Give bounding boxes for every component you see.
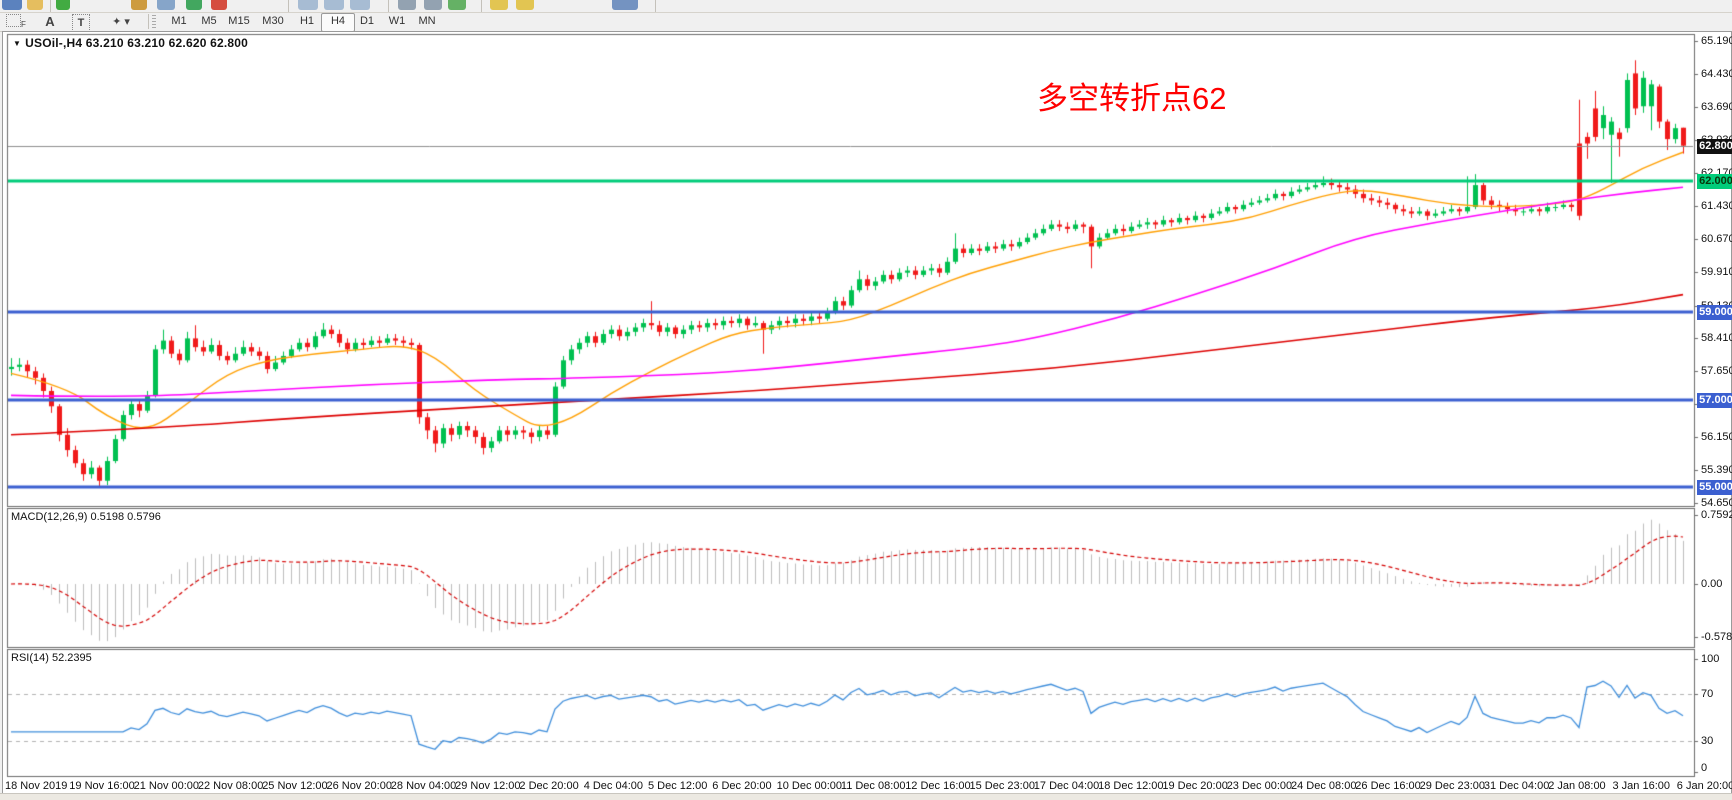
line-chart-icon[interactable] — [448, 0, 466, 10]
time-axis-label: 22 Nov 08:00 — [198, 780, 263, 792]
timeframe-button-m5[interactable]: M5 — [193, 13, 225, 30]
blue-level-tag: 59.000 — [1697, 305, 1732, 320]
price-axis-label: 56.150 — [1701, 431, 1732, 443]
price-axis-label: 57.650 — [1701, 365, 1732, 377]
time-axis-label: 29 Nov 12:00 — [455, 780, 520, 792]
timeframe-button-w1[interactable]: W1 — [381, 13, 413, 30]
time-axis-label: 19 Dec 20:00 — [1162, 780, 1227, 792]
price-axis-label: 64.430 — [1701, 68, 1732, 80]
chart-text-annotation[interactable]: 多空转折点62 — [1037, 83, 1226, 114]
time-axis-label: 23 Dec 00:00 — [1227, 780, 1292, 792]
time-axis-label: 21 Nov 00:00 — [134, 780, 199, 792]
time-axis-label: 6 Jan 20:00 — [1677, 780, 1732, 792]
time-axis-label: 12 Dec 16:00 — [905, 780, 970, 792]
time-axis-label: 2 Dec 20:00 — [519, 780, 578, 792]
chart-canvas[interactable] — [3, 32, 1731, 796]
time-axis-label: 26 Nov 20:00 — [327, 780, 392, 792]
zoom-in-icon[interactable] — [490, 0, 508, 10]
layout-vertical-icon[interactable] — [350, 0, 370, 10]
crosshair-grid-icon[interactable]: F — [4, 14, 28, 30]
time-axis-label: 6 Dec 20:00 — [712, 780, 771, 792]
time-axis-label: 19 Nov 16:00 — [69, 780, 134, 792]
separator — [388, 0, 389, 12]
time-axis-label: 11 Dec 08:00 — [841, 780, 906, 792]
price-axis-label: 60.670 — [1701, 233, 1732, 245]
indicators-icon[interactable] — [612, 0, 638, 10]
window-menu-arrow-icon[interactable]: ▼ — [13, 39, 21, 48]
timeframe-button-h4[interactable]: H4 — [321, 13, 355, 32]
time-axis-label: 17 Dec 04:00 — [1034, 780, 1099, 792]
rsi-indicator-label: RSI(14) 52.2395 — [11, 652, 92, 664]
zoom-out-icon[interactable] — [516, 0, 534, 10]
separator — [481, 0, 482, 12]
timeframe-button-m30[interactable]: M30 — [257, 13, 289, 30]
price-axis-label: 63.690 — [1701, 101, 1732, 113]
toolbar-drag-handle[interactable] — [152, 15, 156, 28]
price-axis-label: 58.410 — [1701, 332, 1732, 344]
rsi-axis-label: 100 — [1701, 653, 1719, 665]
macd-indicator-label: MACD(12,26,9) 0.5198 0.5796 — [11, 511, 161, 523]
autotrading-icon[interactable] — [131, 0, 147, 10]
separator — [288, 0, 289, 12]
time-axis-label: 3 Jan 16:00 — [1613, 780, 1671, 792]
timeframe-button-mn[interactable]: MN — [411, 13, 443, 30]
chevron-down-icon: ▾ — [124, 16, 130, 28]
cursor-tool-icon[interactable]: ✦ ▾ — [104, 14, 138, 30]
rsi-axis-label: 0 — [1701, 762, 1707, 774]
price-axis-label: 54.650 — [1701, 497, 1732, 509]
time-axis-label: 25 Nov 12:00 — [262, 780, 327, 792]
rsi-axis-label: 30 — [1701, 735, 1713, 747]
time-axis-label: 2 Jan 08:00 — [1548, 780, 1606, 792]
price-axis-label: 55.390 — [1701, 464, 1732, 476]
separator — [148, 14, 149, 29]
time-axis-label: 5 Dec 12:00 — [648, 780, 707, 792]
price-axis-label: 65.190 — [1701, 35, 1732, 47]
start-icon[interactable] — [186, 0, 202, 10]
timeframe-button-h1[interactable]: H1 — [291, 13, 323, 30]
time-axis-label: 31 Dec 04:00 — [1484, 780, 1549, 792]
time-axis-label: 24 Dec 08:00 — [1291, 780, 1356, 792]
symbol-quote-line[interactable]: ▼USOil-,H4 63.210 63.210 62.620 62.800 — [13, 36, 248, 50]
price-axis-label: 59.910 — [1701, 266, 1732, 278]
time-axis-label: 10 Dec 00:00 — [777, 780, 842, 792]
new-chart-plus-icon[interactable] — [56, 0, 70, 10]
price-axis-label: 61.430 — [1701, 200, 1732, 212]
rsi-axis-label: 70 — [1701, 688, 1713, 700]
timeframe-button-m15[interactable]: M15 — [223, 13, 255, 30]
chart-window-icon[interactable] — [2, 0, 22, 10]
bar-chart-icon[interactable] — [398, 0, 416, 10]
time-axis-label: 15 Dec 23:00 — [970, 780, 1035, 792]
layout-cascade-icon[interactable] — [298, 0, 318, 10]
green-level-tag: 62.000 — [1697, 174, 1732, 189]
timeframe-button-m1[interactable]: M1 — [163, 13, 195, 30]
macd-axis-label: -0.5785 — [1701, 631, 1732, 643]
blue-level-tag: 55.000 — [1697, 480, 1732, 495]
text-label-icon[interactable]: A — [38, 14, 62, 30]
layout-tile-icon[interactable] — [324, 0, 344, 10]
blue-level-tag: 57.000 — [1697, 393, 1732, 408]
magnifier-icon[interactable] — [27, 0, 43, 10]
macd-axis-label: 0.00 — [1701, 578, 1722, 590]
new-order-icon[interactable] — [157, 0, 175, 10]
toolbar-edge — [655, 0, 656, 12]
time-axis-label: 4 Dec 04:00 — [584, 780, 643, 792]
time-axis-label: 18 Dec 12:00 — [1098, 780, 1163, 792]
timeframe-button-d1[interactable]: D1 — [351, 13, 383, 30]
chart-toolbar: F A T ✦ ▾ M1M5M15M30H1H4D1W1MN — [0, 13, 1732, 32]
macd-axis-label: 0.7592 — [1701, 509, 1732, 521]
text-box-icon[interactable]: T — [72, 14, 90, 32]
separator — [50, 0, 51, 12]
time-axis-label: 18 Nov 2019 — [5, 780, 67, 792]
time-axis-label: 28 Nov 04:00 — [391, 780, 456, 792]
time-axis-label: 29 Dec 23:00 — [1420, 780, 1485, 792]
candle-chart-icon[interactable] — [424, 0, 442, 10]
top-toolbar-clipped — [0, 0, 1732, 13]
chart-window: ▼USOil-,H4 63.210 63.210 62.620 62.800 多… — [2, 31, 1732, 797]
current-price-tag: 62.800 — [1697, 139, 1732, 154]
stop-icon[interactable] — [211, 0, 227, 10]
time-axis-label: 26 Dec 16:00 — [1355, 780, 1420, 792]
